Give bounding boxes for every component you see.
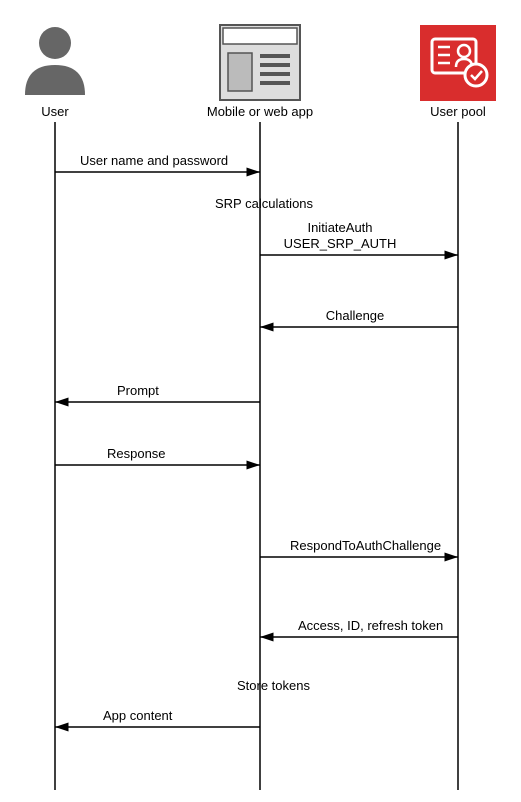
msg-response: Response (107, 446, 166, 461)
user-pool-icon (420, 25, 496, 101)
user-icon (25, 27, 85, 95)
user-label: User (41, 104, 69, 119)
user-pool-label: User pool (430, 104, 486, 119)
msg-store: Store tokens (237, 678, 310, 693)
msg-challenge: Challenge (326, 308, 385, 323)
msg-srp: SRP calculations (215, 196, 314, 211)
msg-prompt: Prompt (117, 383, 159, 398)
msg-initiate-line2: USER_SRP_AUTH (284, 236, 397, 251)
msg-content: App content (103, 708, 173, 723)
msg-initiate-line1: InitiateAuth (307, 220, 372, 235)
app-icon (220, 25, 300, 100)
msg-respond-challenge: RespondToAuthChallenge (290, 538, 441, 553)
msg-tokens: Access, ID, refresh token (298, 618, 443, 633)
app-label: Mobile or web app (207, 104, 313, 119)
msg-credentials: User name and password (80, 153, 228, 168)
